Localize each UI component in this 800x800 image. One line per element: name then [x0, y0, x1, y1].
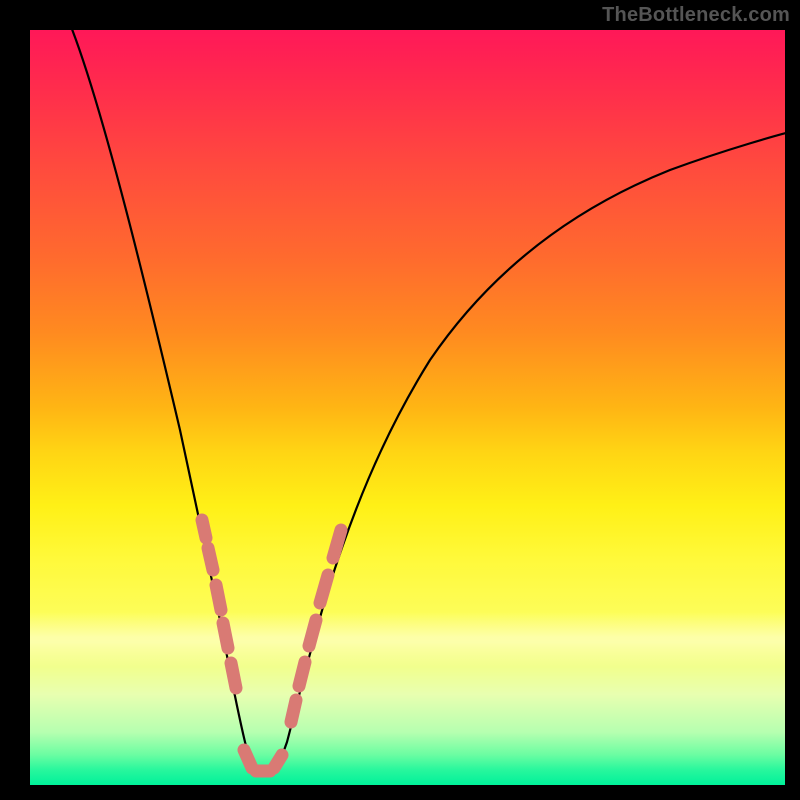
plot-area [30, 30, 785, 785]
valley-clump [244, 750, 282, 771]
v-curve [70, 30, 785, 772]
curve-svg [30, 30, 785, 785]
left-arm-clump [202, 520, 236, 688]
watermark-text: TheBottleneck.com [602, 4, 790, 27]
chart-stage: TheBottleneck.com [0, 0, 800, 800]
